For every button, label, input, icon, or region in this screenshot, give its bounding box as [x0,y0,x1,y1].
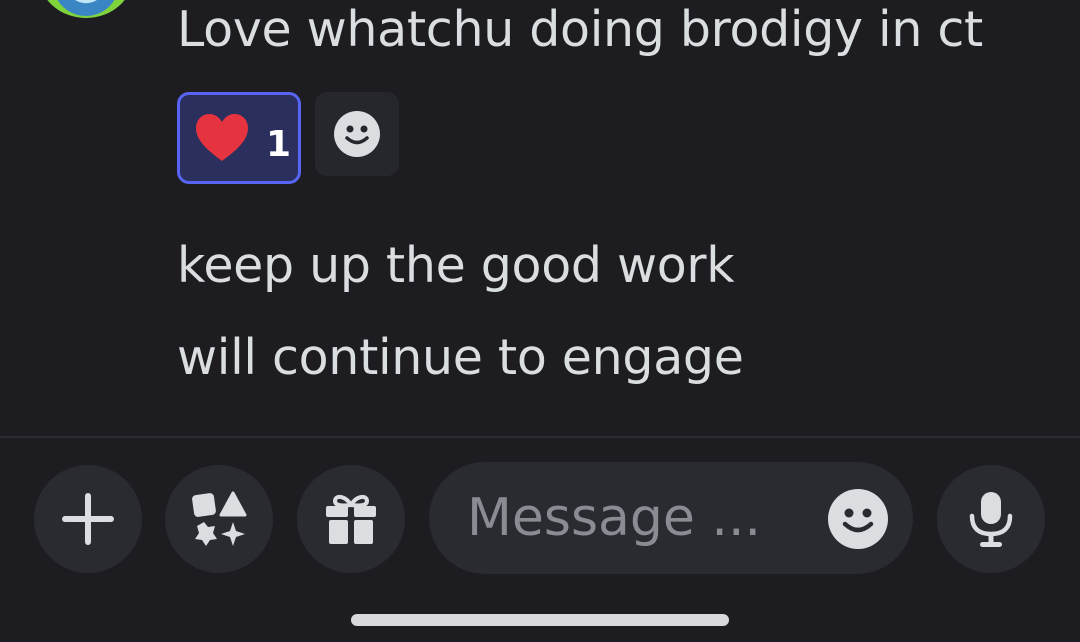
apps-icon [192,491,247,546]
add-reaction-button[interactable] [315,92,399,176]
attach-button[interactable] [34,465,142,573]
heart-reaction-button[interactable]: 1 [177,92,301,184]
reaction-count: 1 [266,124,292,165]
home-indicator[interactable] [351,614,729,626]
gift-button[interactable] [297,465,405,573]
gift-icon [326,494,376,544]
user-avatar[interactable] [38,0,134,18]
apps-button[interactable] [165,465,273,573]
message-text: keep up the good work [177,237,735,294]
smiley-icon[interactable] [827,488,889,550]
heart-icon [196,114,248,161]
message-text: Love whatchu doing brodigy in ct [177,1,983,58]
message-input-placeholder: Message ... [467,488,762,548]
microphone-icon [969,492,1013,547]
plus-icon [62,493,114,545]
voice-message-button[interactable] [937,465,1045,573]
message-text: will continue to engage [177,329,744,386]
message-input[interactable]: Message ... [429,462,913,574]
composer-divider [0,436,1080,438]
chat-screen: Love whatchu doing brodigy in ct 1 keep … [0,0,1080,642]
smiley-icon [334,111,380,157]
